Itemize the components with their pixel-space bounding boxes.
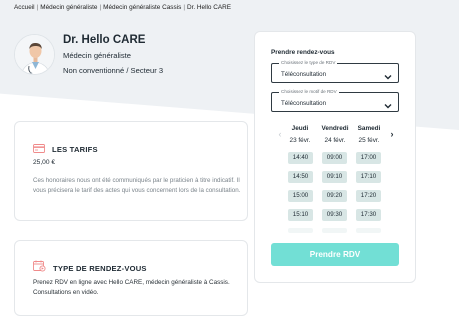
breadcrumb-separator: |	[183, 4, 185, 11]
time-slot[interactable]: 09:00	[322, 152, 347, 164]
breadcrumb-current: Dr. Hello CARE	[186, 4, 232, 11]
chevron-down-icon	[383, 69, 393, 80]
rdv-motif-select[interactable]: Choisissez le motif de RDV Téléconsultat…	[271, 89, 399, 112]
breadcrumb-separator: |	[36, 4, 39, 11]
time-slot-partial	[322, 228, 347, 233]
doctor-specialty: Médecin généraliste	[63, 51, 131, 60]
time-slot[interactable]: 17:00	[356, 152, 381, 164]
time-slot[interactable]: 09:10	[322, 171, 347, 183]
time-slot[interactable]: 15:10	[288, 209, 313, 221]
rdv-type-select[interactable]: Choisissez le type de RDV Téléconsultati…	[271, 60, 399, 83]
time-slot-partial	[288, 228, 313, 233]
breadcrumb-specialty[interactable]: Médecin généraliste	[40, 4, 97, 11]
doctor-sector: Non conventionné / Secteur 3	[63, 66, 164, 75]
credit-card-icon	[33, 140, 45, 158]
time-slot[interactable]: 17:10	[356, 171, 381, 183]
day-header: Jeudi 23 févr.	[280, 125, 320, 144]
day-name: Samedi	[357, 125, 381, 132]
rdv-motif-select-label: Choisissez le motif de RDV	[279, 89, 339, 94]
breadcrumb: Accueil | Médecin généraliste | Médecin …	[14, 4, 231, 11]
booking-title: Prendre rendez-vous	[271, 49, 335, 56]
tarif-note: Ces honoraires nous ont été communiqués …	[33, 177, 241, 194]
time-slot-partial	[356, 228, 381, 233]
tarifs-title: LES TARIFS	[52, 144, 98, 154]
calendar-video-icon	[33, 259, 46, 277]
tarifs-card: LES TARIFS 25,00 € Ces honoraires nous o…	[14, 121, 248, 221]
book-appointment-button[interactable]: Prendre RDV	[271, 243, 399, 266]
day-header: Samedi 25 févr.	[349, 125, 389, 144]
breadcrumb-separator: |	[99, 4, 102, 11]
doctor-name: Dr. Hello CARE	[63, 34, 146, 46]
time-slot[interactable]: 14:40	[288, 152, 313, 164]
rdv-type-title: TYPE DE RENDEZ-VOUS	[53, 263, 147, 273]
rdv-type-card: TYPE DE RENDEZ-VOUS Prenez RDV en ligne …	[14, 240, 248, 316]
breadcrumb-specialty-city[interactable]: Médecin généraliste Cassis	[103, 4, 181, 11]
time-slot[interactable]: 17:20	[356, 190, 381, 202]
tarif-price: 25,00 €	[33, 159, 55, 166]
time-slot[interactable]: 09:30	[322, 209, 347, 221]
rdv-type-select-label: Choisissez le type de RDV	[279, 60, 338, 65]
time-slot[interactable]: 17:30	[356, 209, 381, 221]
next-days-button[interactable]: ›	[388, 128, 396, 140]
doctor-profile: Dr. Hello CARE Médecin généraliste Non c…	[14, 34, 163, 75]
time-slot[interactable]: 15:00	[288, 190, 313, 202]
rdv-motif-select-value: Téléconsultation	[281, 100, 327, 107]
rdv-type-select-value: Téléconsultation	[281, 71, 327, 78]
day-date: 25 févr.	[358, 137, 380, 144]
rdv-type-description: Prenez RDV en ligne avec Hello CARE, méd…	[33, 279, 230, 296]
breadcrumb-home[interactable]: Accueil	[14, 4, 35, 11]
booking-panel: Prendre rendez-vous Choisissez le type d…	[254, 31, 416, 283]
day-name: Jeudi	[291, 125, 309, 132]
time-slot[interactable]: 14:50	[288, 171, 313, 183]
doctor-avatar	[14, 34, 55, 75]
chevron-down-icon	[383, 98, 393, 109]
time-slot[interactable]: 09:20	[322, 190, 347, 202]
day-date: 23 févr.	[289, 137, 311, 144]
